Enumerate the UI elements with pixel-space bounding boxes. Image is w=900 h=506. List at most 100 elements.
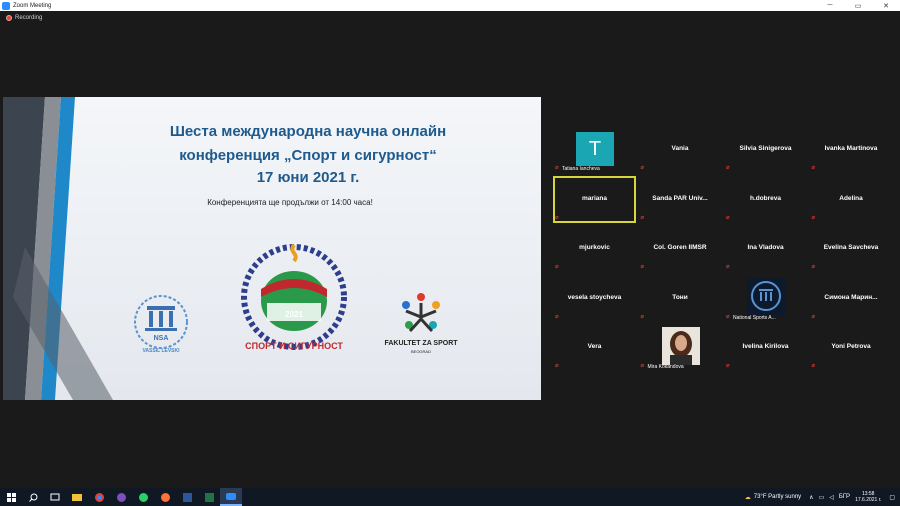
participant-tile[interactable]: Sanda PAR Univ... ⌀ bbox=[638, 175, 722, 223]
participant-tile[interactable]: mariana ⌀ bbox=[553, 175, 636, 223]
participant-tile[interactable]: Симона Марин... ⌀ bbox=[809, 274, 893, 322]
nsa-video-logo bbox=[747, 277, 785, 316]
muted-mic-icon: ⌀ bbox=[640, 165, 645, 171]
muted-mic-icon: ⌀ bbox=[726, 264, 730, 270]
zoom-app-icon bbox=[2, 1, 10, 10]
participant-name: Vania bbox=[671, 145, 689, 152]
system-tray: ☁ 73°F Partly sunny ∧ ▭ ◁ БГР 13:58 17.6… bbox=[745, 488, 900, 506]
nsa-logo-text: NSA bbox=[154, 335, 169, 342]
participant-tile[interactable]: Ivelina Kirilova ⌀ bbox=[724, 324, 807, 371]
weather-widget[interactable]: ☁ 73°F Partly sunny bbox=[745, 494, 801, 501]
participant-name: Симона Марин... bbox=[824, 293, 878, 301]
windows-logo-icon bbox=[6, 492, 16, 502]
taskbar-viber[interactable] bbox=[110, 488, 132, 506]
task-view-button[interactable] bbox=[44, 488, 66, 506]
participant-tile[interactable]: Vania ⌀ bbox=[638, 126, 722, 173]
taskbar-whatsapp[interactable] bbox=[132, 488, 154, 506]
participant-tile[interactable]: Ivanka Martinova ⌀ bbox=[809, 126, 893, 173]
close-button[interactable]: ✕ bbox=[872, 0, 900, 11]
taskbar-chrome[interactable] bbox=[88, 488, 110, 506]
taskbar-zoom[interactable] bbox=[220, 488, 242, 506]
muted-mic-icon: ⌀ bbox=[555, 165, 559, 171]
word-icon bbox=[182, 492, 192, 502]
taskbar-firefox[interactable] bbox=[154, 488, 176, 506]
slide-title-line2: конференция „Спорт и сигурност“ bbox=[179, 147, 437, 164]
network-icon[interactable]: ▭ bbox=[819, 494, 825, 501]
conference-logo: 2021 СПОРТ И СИГУРНОСТ bbox=[233, 239, 355, 357]
start-button[interactable] bbox=[0, 488, 22, 506]
participant-tile[interactable]: Vera ⌀ bbox=[553, 324, 636, 371]
slide-title-line1: Шеста международна научна онлайн bbox=[169, 123, 447, 140]
participant-name: vesela stoycheva bbox=[567, 293, 622, 301]
notifications-icon[interactable]: ▢ bbox=[889, 494, 895, 501]
volume-icon[interactable]: ◁ bbox=[829, 494, 834, 501]
viber-icon bbox=[116, 492, 126, 502]
fzs-subcaption: BEOGRAD bbox=[410, 349, 431, 354]
fakultet-za-sport-logo: FAKULTET ZA SPORT BEOGRAD bbox=[376, 291, 466, 359]
participant-tile[interactable]: Evelina Savcheva ⌀ bbox=[809, 225, 893, 272]
participant-tile[interactable]: ⌀ Mira Kokandova bbox=[638, 324, 722, 371]
participant-name: Ivanka Martinova bbox=[824, 145, 878, 152]
zoom-icon bbox=[226, 492, 236, 500]
record-icon bbox=[6, 15, 12, 21]
muted-mic-icon: ⌀ bbox=[726, 313, 730, 320]
recording-label: Recording bbox=[15, 15, 43, 21]
participant-name: h.dobreva bbox=[749, 194, 782, 202]
taskbar-word[interactable] bbox=[176, 488, 198, 506]
nsa-logo-caption: VASSIL LEVSKI bbox=[142, 348, 180, 354]
muted-mic-icon: ⌀ bbox=[640, 363, 645, 369]
muted-mic-icon: ⌀ bbox=[811, 214, 816, 221]
recording-indicator[interactable]: Recording bbox=[6, 15, 42, 21]
participant-tile[interactable]: ⌀ National Sports A... bbox=[724, 274, 807, 322]
firefox-icon bbox=[160, 492, 170, 502]
participant-name: Vera bbox=[587, 343, 602, 350]
participant-tile[interactable]: Silvia Sinigerova ⌀ bbox=[724, 126, 807, 173]
fzs-figures-icon bbox=[402, 293, 440, 333]
search-icon bbox=[28, 493, 37, 502]
task-view-icon bbox=[50, 493, 60, 501]
participant-avatar: T bbox=[576, 132, 614, 166]
participant-name: Evelina Savcheva bbox=[823, 244, 879, 251]
minimize-button[interactable]: ─ bbox=[816, 0, 844, 11]
participant-tile[interactable]: Тони ⌀ bbox=[638, 274, 722, 322]
participant-tile[interactable]: mjurkovic ⌀ bbox=[553, 225, 636, 272]
muted-mic-icon: ⌀ bbox=[555, 214, 559, 221]
language-indicator[interactable]: БГР bbox=[839, 494, 850, 500]
clock-date: 17.6.2021 г. bbox=[855, 497, 882, 503]
slide-title-line3: 17 юни 2021 г. bbox=[256, 169, 360, 186]
participant-tile[interactable]: T ⌀ Tatiana Iancheva bbox=[553, 126, 636, 173]
chrome-icon bbox=[94, 492, 104, 502]
taskbar-search-button[interactable] bbox=[22, 488, 44, 506]
maximize-button[interactable]: ▭ bbox=[844, 0, 872, 11]
participant-tile[interactable]: Col. Goren IIMSR ⌀ bbox=[638, 225, 722, 272]
windows-taskbar: ☁ 73°F Partly sunny ∧ ▭ ◁ БГР 13:58 17.6… bbox=[0, 488, 900, 506]
muted-mic-icon: ⌀ bbox=[726, 165, 730, 171]
shared-screen-slide: Шеста международна научна онлайн конфере… bbox=[3, 97, 541, 400]
participant-video bbox=[661, 327, 700, 365]
participant-tile[interactable]: vesela stoycheva ⌀ bbox=[553, 274, 636, 322]
muted-mic-icon: ⌀ bbox=[640, 264, 645, 270]
nsa-logo: NSA VASSIL LEVSKI bbox=[121, 292, 201, 362]
conference-logo-bottom: СПОРТ И СИГУРНОСТ bbox=[245, 341, 343, 351]
muted-mic-icon: ⌀ bbox=[726, 363, 730, 369]
participant-gallery: T ⌀ Tatiana Iancheva Vania ⌀ Silvia Sinigerov… bbox=[553, 126, 894, 372]
nsa-laurel-icon: NSA bbox=[134, 295, 188, 349]
muted-mic-icon: ⌀ bbox=[640, 214, 645, 221]
participant-name: Ina Vladova bbox=[747, 244, 784, 251]
participant-tile[interactable]: Adelina ⌀ bbox=[809, 175, 893, 223]
taskbar-file-explorer[interactable] bbox=[66, 488, 88, 506]
tray-chevron-icon[interactable]: ∧ bbox=[809, 494, 813, 501]
slide-subtitle: Конференцията ще продължи от 14:00 часа! bbox=[207, 198, 373, 207]
window-title: Zoom Meeting bbox=[13, 2, 52, 9]
participant-footer-name: Mira Kokandova bbox=[647, 364, 684, 370]
muted-mic-icon: ⌀ bbox=[640, 313, 645, 320]
participant-tile[interactable]: Ina Vladova ⌀ bbox=[724, 225, 807, 272]
fzs-caption: FAKULTET ZA SPORT bbox=[384, 340, 458, 347]
clock[interactable]: 13:58 17.6.2021 г. bbox=[855, 491, 881, 503]
participant-tile[interactable]: Yoni Petrova ⌀ bbox=[809, 324, 893, 371]
taskbar-excel[interactable] bbox=[198, 488, 220, 506]
muted-mic-icon: ⌀ bbox=[555, 264, 559, 270]
conference-logo-year: 2021 bbox=[285, 310, 303, 319]
muted-mic-icon: ⌀ bbox=[811, 363, 816, 369]
participant-tile[interactable]: h.dobreva ⌀ bbox=[724, 175, 807, 223]
